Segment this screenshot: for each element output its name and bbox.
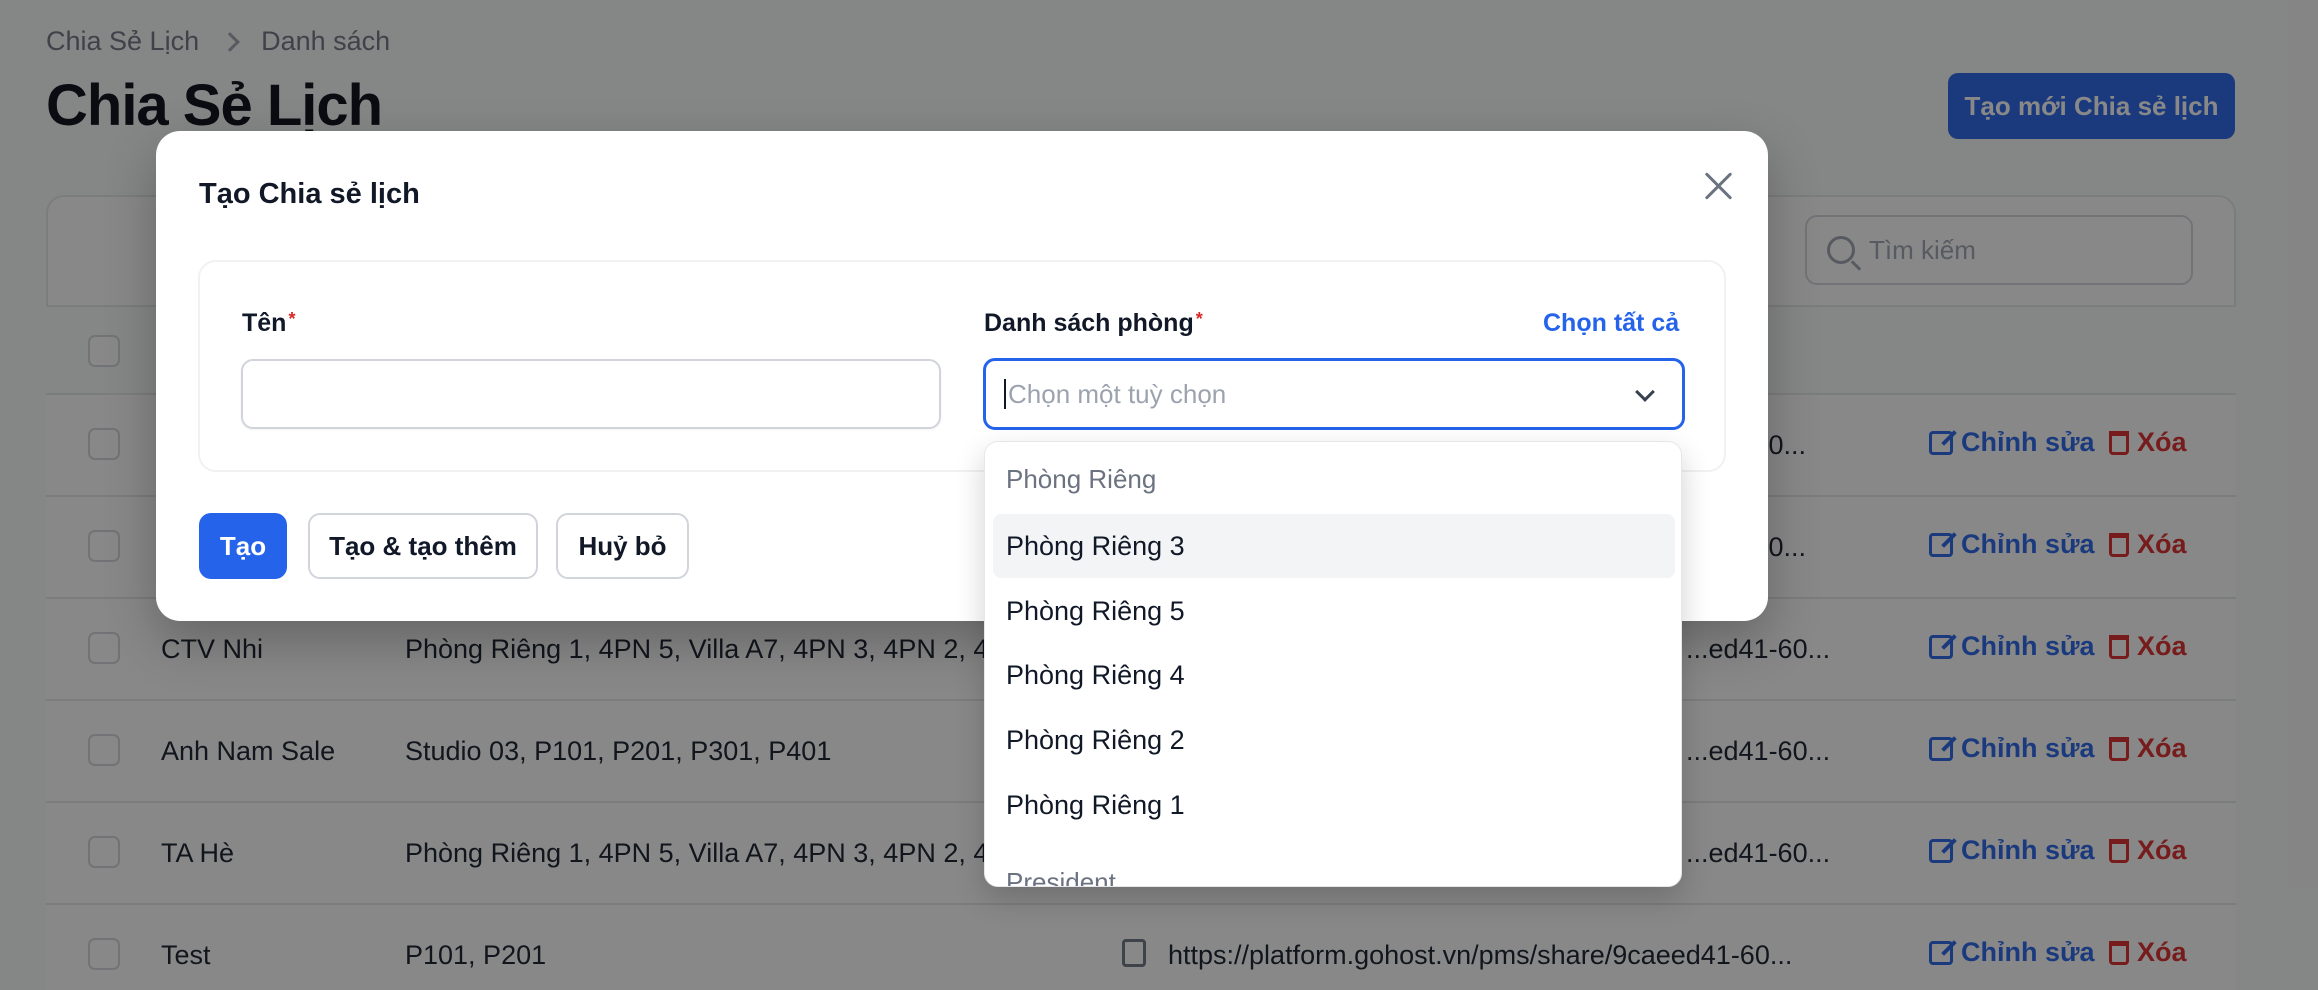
rooms-dropdown: Phòng Riêng Phòng Riêng 3 Phòng Riêng 5 … (984, 441, 1682, 887)
option-phong-rieng-3[interactable]: Phòng Riêng 3 (993, 514, 1675, 578)
rooms-select[interactable]: Chọn một tuỳ chọn (983, 358, 1685, 430)
group-label: President (1006, 867, 1116, 887)
text-cursor (1004, 379, 1006, 409)
name-input[interactable] (241, 359, 941, 429)
chevron-down-icon (1635, 382, 1655, 402)
option-phong-rieng-4[interactable]: Phòng Riêng 4 (993, 643, 1675, 707)
required-mark: * (1195, 309, 1203, 329)
option-phong-rieng-5[interactable]: Phòng Riêng 5 (993, 579, 1675, 643)
group-label: Phòng Riêng (1006, 464, 1157, 494)
modal-title: Tạo Chia sẻ lịch (199, 178, 420, 210)
close-icon[interactable] (1701, 168, 1737, 204)
create-more-button[interactable]: Tạo & tạo thêm (308, 513, 538, 579)
rooms-label: Danh sách phòng * (984, 309, 1203, 337)
select-all-link[interactable]: Chọn tất cả (1543, 309, 1679, 338)
cancel-button[interactable]: Huỷ bỏ (556, 513, 689, 579)
required-mark: * (288, 309, 296, 329)
option-phong-rieng-2[interactable]: Phòng Riêng 2 (993, 708, 1675, 772)
option-phong-rieng-1[interactable]: Phòng Riêng 1 (993, 773, 1675, 837)
create-button[interactable]: Tạo (199, 513, 287, 579)
name-label: Tên * (242, 309, 296, 337)
rooms-placeholder: Chọn một tuỳ chọn (1008, 378, 1227, 409)
